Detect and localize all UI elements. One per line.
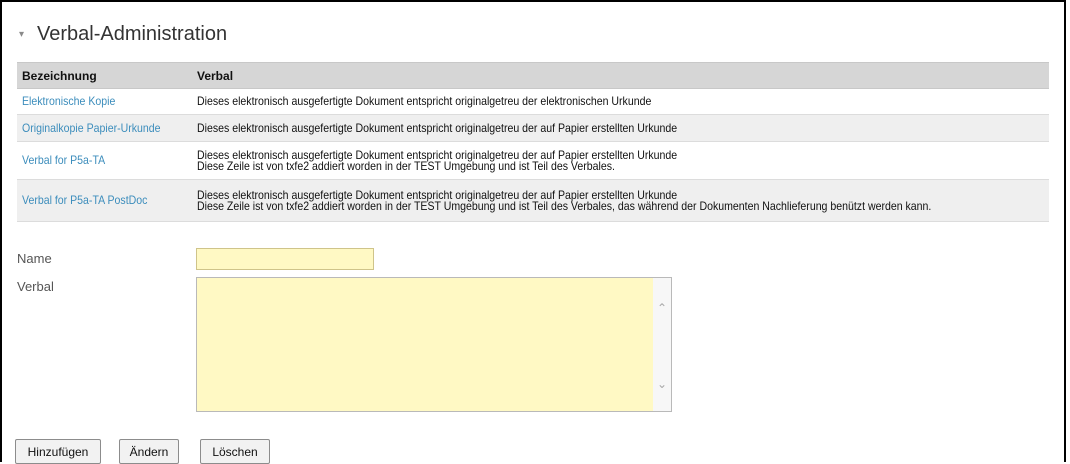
row-verbal: Dieses elektronisch ausgefertigte Dokume… (192, 88, 1049, 115)
triangle-down-icon[interactable]: ▾ (19, 29, 29, 40)
textarea-scrollbar[interactable]: ⌃ ⌄ (653, 278, 671, 411)
name-input[interactable] (196, 248, 374, 270)
table-header-row: Bezeichnung Verbal (17, 62, 1049, 89)
chevron-up-icon[interactable]: ⌃ (656, 301, 668, 315)
chevron-down-icon[interactable]: ⌄ (656, 377, 668, 391)
section-header[interactable]: ▾ Verbal-Administration (19, 20, 227, 48)
table-row[interactable]: Verbal for P5a-TA PostDoc Dieses elektro… (17, 179, 1049, 222)
table-row[interactable]: Originalkopie Papier-Urkunde Dieses elek… (17, 114, 1049, 142)
section-title: Verbal-Administration (37, 22, 228, 45)
row-name-link[interactable]: Originalkopie Papier-Urkunde (17, 114, 192, 142)
row-name-link[interactable]: Verbal for P5a-TA PostDoc (17, 179, 192, 222)
delete-button[interactable]: Löschen (200, 439, 270, 464)
name-label: Name (17, 251, 52, 266)
add-button[interactable]: Hinzufügen (15, 439, 101, 464)
verbal-textarea-wrapper: ⌃ ⌄ (196, 277, 672, 412)
verbal-textarea[interactable] (197, 278, 653, 411)
verbal-table: Bezeichnung Verbal Elektronische Kopie D… (17, 62, 1049, 222)
column-header-bezeichnung[interactable]: Bezeichnung (17, 62, 192, 89)
row-name-link[interactable]: Elektronische Kopie (17, 88, 192, 115)
column-header-verbal[interactable]: Verbal (192, 62, 1049, 89)
edit-button[interactable]: Ändern (119, 439, 179, 464)
row-name-link[interactable]: Verbal for P5a-TA (17, 141, 192, 180)
verbal-admin-panel: ▾ Verbal-Administration Bezeichnung Verb… (0, 0, 1066, 464)
row-verbal: Dieses elektronisch ausgefertigte Dokume… (192, 179, 1049, 222)
row-verbal: Dieses elektronisch ausgefertigte Dokume… (192, 141, 1049, 180)
table-row[interactable]: Verbal for P5a-TA Dieses elektronisch au… (17, 141, 1049, 180)
table-row[interactable]: Elektronische Kopie Dieses elektronisch … (17, 88, 1049, 115)
row-verbal: Dieses elektronisch ausgefertigte Dokume… (192, 114, 1049, 142)
verbal-label: Verbal (17, 279, 54, 294)
